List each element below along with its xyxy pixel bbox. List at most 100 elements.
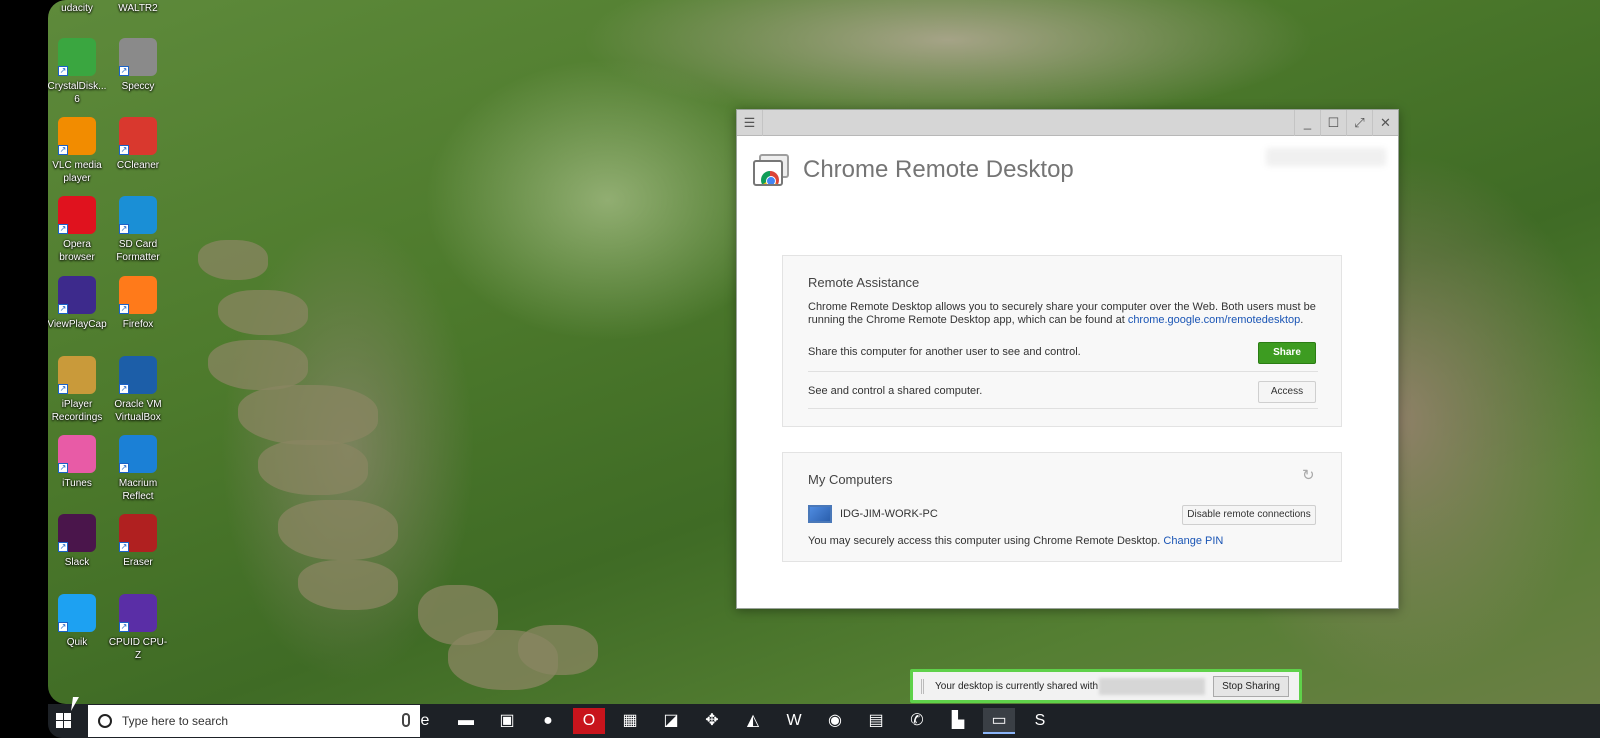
desktop-icon-vlc[interactable]: ↗ VLC media player [48,117,109,185]
maximize-icon[interactable]: ☐ [1320,110,1346,136]
desktop-icon-ccleaner[interactable]: ↗ CCleaner [106,117,170,172]
remote-assistance-description: Chrome Remote Desktop allows you to secu… [808,301,1328,327]
sharing-status-bar: Your desktop is currently shared with St… [910,669,1302,703]
start-button-icon[interactable] [56,713,72,729]
row-divider [808,371,1318,372]
desktop-icon-sd-card[interactable]: ↗ SD Card Formatter [106,196,170,264]
remote-assistance-heading: Remote Assistance [808,275,920,290]
shortcut-arrow-icon: ↗ [58,224,68,234]
eraser-icon: ↗ [119,514,157,552]
access-button[interactable]: Access [1258,381,1316,403]
shortcut-arrow-icon: ↗ [119,304,129,314]
network-icon[interactable]: ▙ [942,708,974,734]
opera-icon: ↗ [58,196,96,234]
desktop-icon-eraser[interactable]: ↗ Eraser [106,514,170,569]
word-icon[interactable]: W [778,708,810,734]
opera-icon[interactable]: O [573,708,605,734]
quik-icon: ↗ [58,594,96,632]
shortcut-arrow-icon: ↗ [58,384,68,394]
desktop-icon-itunes[interactable]: ↗ iTunes [48,435,109,490]
row-divider [808,408,1318,409]
wallpaper-rock [198,240,268,280]
menu-icon[interactable]: ☰ [737,110,763,136]
task-view-icon[interactable]: ⧉ [368,708,400,734]
photos-icon[interactable]: ▦ [614,708,646,734]
whatsapp-icon[interactable]: ✆ [901,708,933,734]
shortcut-arrow-icon: ↗ [58,145,68,155]
wallpaper-rock [278,500,398,560]
chrome-remote-desktop-icon[interactable]: ▭ [983,708,1015,734]
skitch-icon[interactable]: S [1024,708,1056,734]
remote-assistance-card: Remote Assistance Chrome Remote Desktop … [782,255,1342,427]
shortcut-arrow-icon: ↗ [119,384,129,394]
desktop-icon-label: VLC media player [52,160,102,184]
drag-handle-icon[interactable] [921,679,924,694]
desktop-icon-quik[interactable]: ↗ Quik [48,594,109,649]
shortcut-arrow-icon: ↗ [58,66,68,76]
desktop-icon-waltr[interactable]: ↗WALTR2 [106,0,170,15]
desktop-icon-crystaldisk[interactable]: ↗ CrystalDisk... 6 [48,38,109,106]
change-pin-link[interactable]: Change PIN [1163,535,1223,547]
desktop-icon-label: CCleaner [116,160,160,171]
disable-remote-connections-button[interactable]: Disable remote connections [1182,505,1316,525]
search-placeholder: Type here to search [122,714,229,728]
shortcut-arrow-icon: ↗ [58,463,68,473]
minimize-icon[interactable]: _ [1294,110,1320,136]
chrome-icon[interactable]: ◉ [819,708,851,734]
desktop-icon-folder[interactable]: ↗ iPlayer Recordings [48,356,109,424]
desktop-icon-label: SD Card Formatter [116,239,160,263]
my-computers-card: My Computers ↻ IDG-JIM-WORK-PC Disable r… [782,452,1342,562]
desktop-icon-virtualbox[interactable]: ↗ Oracle VM VirtualBox [106,356,170,424]
app-orange-icon[interactable]: ✥ [696,708,728,734]
computer-name: IDG-JIM-WORK-PC [840,508,938,520]
notepad-icon[interactable]: ◪ [655,708,687,734]
store-icon[interactable]: ▣ [491,708,523,734]
shortcut-arrow-icon: ↗ [58,622,68,632]
taskbar: Type here to search ⧉ e ▬ ▣ ● O ▦ ◪ ✥ ◭ W ◉ ▤ ✆ ▙ ▭ S [48,704,1600,738]
calculator-icon[interactable]: ▤ [860,708,892,734]
shared-with-redacted [1099,678,1205,695]
macrium-icon: ↗ [119,435,157,473]
desktop-icon-cpuz[interactable]: ↗ CPUID CPU-Z [106,594,170,662]
firefox-icon[interactable]: ● [532,708,564,734]
shortcut-arrow-icon: ↗ [58,304,68,314]
desktop-icon-opera[interactable]: ↗ Opera browser [48,196,109,264]
share-button[interactable]: Share [1258,342,1316,364]
file-explorer-icon[interactable]: ▬ [450,708,482,734]
edge-icon[interactable]: e [409,708,441,734]
virtualbox-icon: ↗ [119,356,157,394]
desktop-icon-slack[interactable]: ↗ Slack [48,514,109,569]
desktop-icon-label: Eraser [123,557,153,568]
screen-border [0,0,48,738]
refresh-icon[interactable]: ↻ [1302,468,1316,483]
description-end: . [1300,314,1304,326]
window-titlebar[interactable]: ☰ _ ☐ ⤢ ✕ [737,110,1398,136]
remotedesktop-link[interactable]: chrome.google.com/remotedesktop [1128,314,1300,326]
close-icon[interactable]: ✕ [1372,110,1398,136]
access-note: You may securely access this computer us… [808,535,1223,547]
speccy-icon: ↗ [119,38,157,76]
stop-sharing-button[interactable]: Stop Sharing [1213,676,1289,697]
desktop-icon-macrium[interactable]: ↗ Macrium Reflect [106,435,170,503]
my-computers-heading: My Computers [808,472,893,487]
shortcut-arrow-icon: ↗ [58,542,68,552]
app-header: Chrome Remote Desktop [753,154,1074,186]
macrium-icon[interactable]: ◭ [737,708,769,734]
computer-icon [808,505,832,523]
desktop-icon-audacity[interactable]: ↗udacity [48,0,109,15]
desktop-icon-viewplaycap[interactable]: ↗ ViewPlayCap [48,276,109,331]
shortcut-arrow-icon: ↗ [119,224,129,234]
firefox-icon: ↗ [119,276,157,314]
sharing-status-text: Your desktop is currently shared with [935,681,1099,692]
desktop-icon-label: Oracle VM VirtualBox [114,399,162,423]
desktop-icon-label: Opera browser [59,239,95,263]
desktop-icon-speccy[interactable]: ↗ Speccy [106,38,170,93]
vlc-icon: ↗ [58,117,96,155]
desktop-icon-label: Firefox [122,319,154,330]
desktop-icon-firefox[interactable]: ↗ Firefox [106,276,170,331]
cpuz-icon: ↗ [119,594,157,632]
fullscreen-icon[interactable]: ⤢ [1346,110,1372,136]
itunes-icon: ↗ [58,435,96,473]
app-title: Chrome Remote Desktop [803,156,1074,183]
desktop-icon-label: CPUID CPU-Z [108,637,168,661]
